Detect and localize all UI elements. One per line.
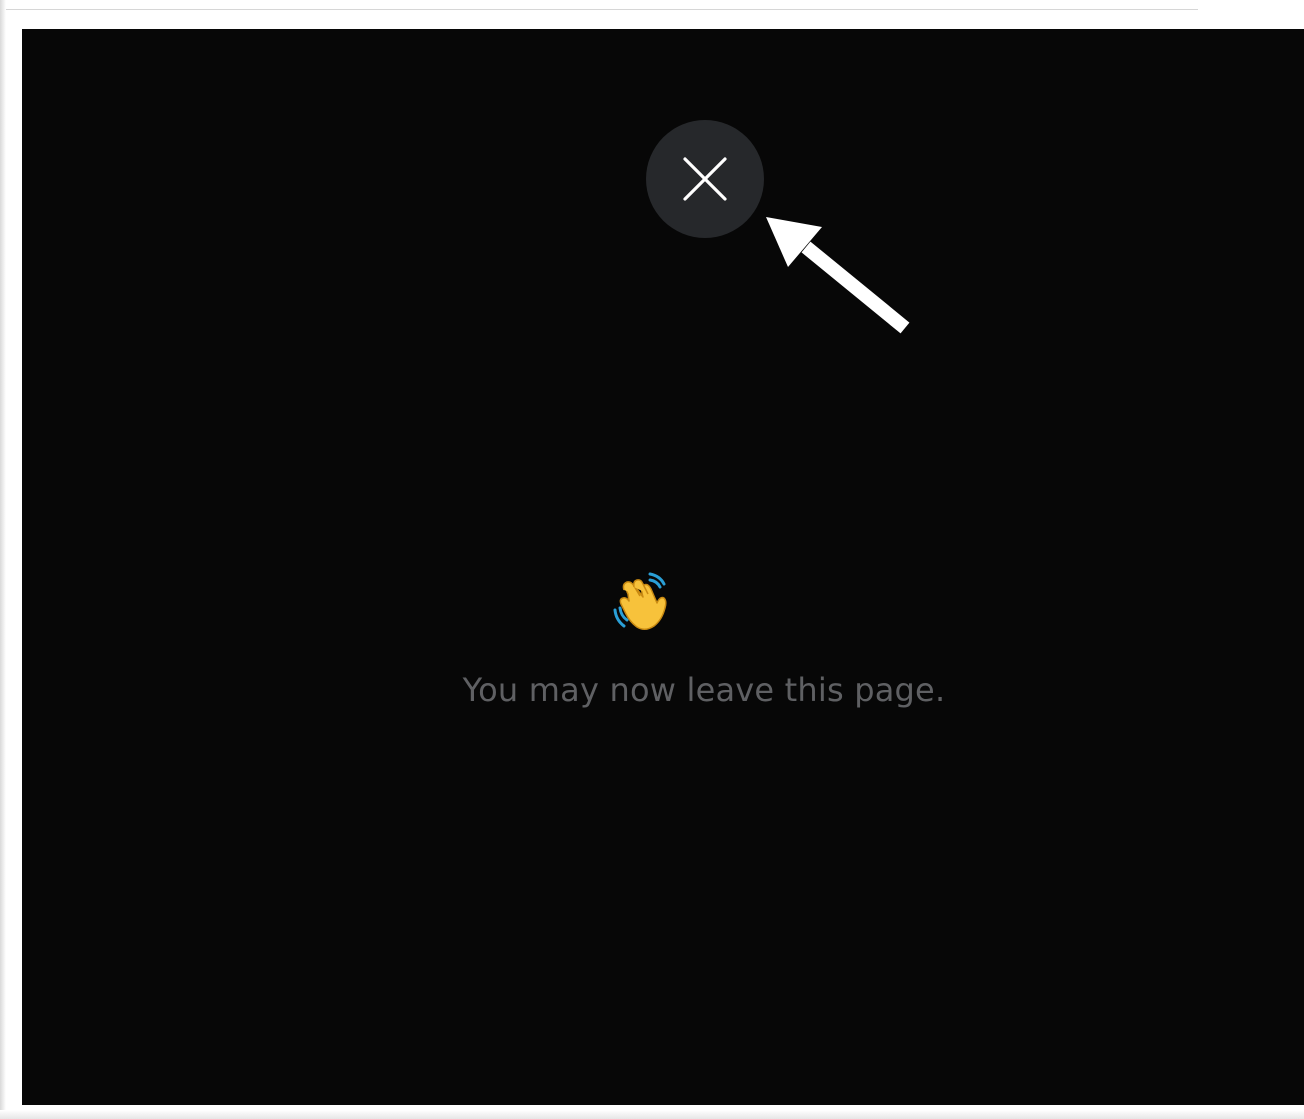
pointer-arrow-icon — [766, 217, 910, 334]
close-button[interactable] — [646, 120, 764, 238]
waving-hand-icon — [613, 572, 667, 630]
frame-shadow-bottom — [0, 1110, 1304, 1119]
frame-shadow-left — [0, 0, 6, 1119]
close-icon — [683, 157, 727, 201]
screenshot-frame: You may now leave this page. — [0, 0, 1304, 1119]
frame-top-line — [0, 9, 1198, 10]
leave-page-message: You may now leave this page. — [462, 671, 946, 709]
page-viewport: You may now leave this page. — [22, 29, 1304, 1105]
